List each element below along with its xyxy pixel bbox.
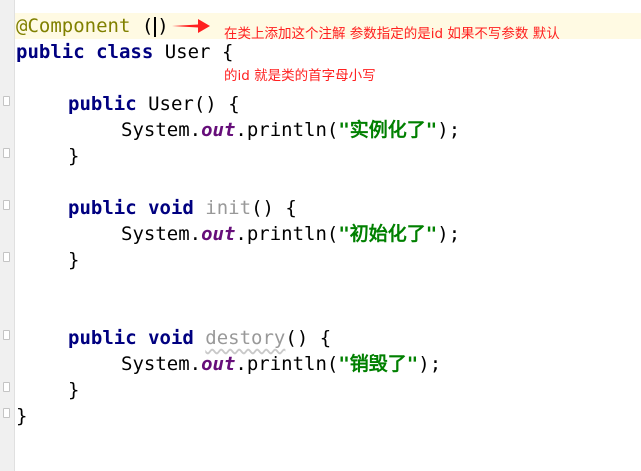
code-line-class-close-brace[interactable]: }: [16, 403, 27, 429]
code-line-constructor[interactable]: public User() {: [68, 91, 240, 117]
code-line-println[interactable]: System.out.println("销毁了");: [121, 351, 441, 377]
fold-marker[interactable]: [3, 200, 10, 210]
code-line-close-brace[interactable]: }: [68, 247, 79, 273]
code-line-annotation[interactable]: @Component (): [16, 13, 169, 39]
text-cursor: [154, 16, 157, 37]
editor-gutter: [0, 0, 15, 471]
annotation-note-line1: 在类上添加这个注解 参数指定的是id 如果不写参数 默认: [224, 26, 560, 42]
fold-marker[interactable]: [3, 330, 10, 340]
code-line-println[interactable]: System.out.println("初始化了");: [121, 221, 460, 247]
fold-marker[interactable]: [3, 408, 10, 418]
fold-marker[interactable]: [3, 252, 10, 262]
code-line-close-brace[interactable]: }: [68, 377, 79, 403]
fold-marker[interactable]: [3, 382, 10, 392]
fold-marker[interactable]: [3, 148, 10, 158]
fold-marker[interactable]: [3, 96, 10, 106]
annotation-note-line2: 的id 就是类的首字母小写: [224, 68, 376, 84]
code-line-println[interactable]: System.out.println("实例化了");: [121, 117, 460, 143]
code-line-destroy[interactable]: public void destory() {: [68, 325, 331, 351]
annotation-token: @Component: [16, 15, 131, 37]
code-line-close-brace[interactable]: }: [68, 143, 79, 169]
red-arrow-icon: [172, 19, 210, 33]
code-line-init[interactable]: public void init() {: [68, 195, 297, 221]
code-line-class-decl[interactable]: public class User {: [16, 39, 233, 65]
